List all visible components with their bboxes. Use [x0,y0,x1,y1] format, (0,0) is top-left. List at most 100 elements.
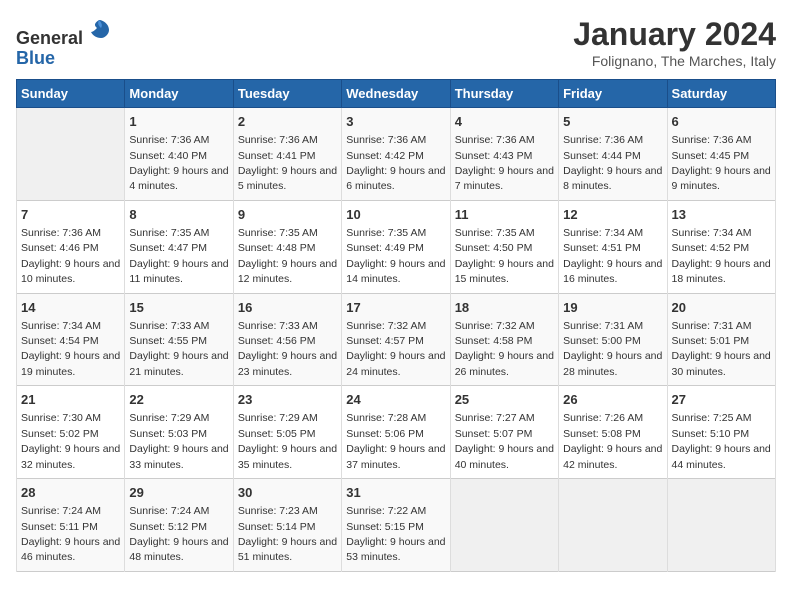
day-cell: 11 Sunrise: 7:35 AMSunset: 4:50 PMDayligh… [450,200,558,293]
logo-general-text: General [16,28,83,48]
sunrise-text: Sunrise: 7:36 AMSunset: 4:41 PMDaylight:… [238,134,337,192]
day-cell: 8 Sunrise: 7:35 AMSunset: 4:47 PMDaylight… [125,200,233,293]
sunrise-text: Sunrise: 7:33 AMSunset: 4:55 PMDaylight:… [129,320,228,378]
sunrise-text: Sunrise: 7:35 AMSunset: 4:48 PMDaylight:… [238,227,337,285]
month-title: January 2024 [573,16,776,53]
day-number: 10 [346,206,445,224]
week-row-1: 1 Sunrise: 7:36 AMSunset: 4:40 PMDaylight… [17,108,776,201]
day-cell: 13 Sunrise: 7:34 AMSunset: 4:52 PMDayligh… [667,200,775,293]
day-number: 21 [21,391,120,409]
day-number: 24 [346,391,445,409]
header-tuesday: Tuesday [233,80,341,108]
week-row-3: 14 Sunrise: 7:34 AMSunset: 4:54 PMDayligh… [17,293,776,386]
page-header: General Blue January 2024 Folignano, The… [16,16,776,69]
day-cell: 6Sunrise: 7:36 AMSunset: 4:45 PMDaylight… [667,108,775,201]
day-cell: 1 Sunrise: 7:36 AMSunset: 4:40 PMDaylight… [125,108,233,201]
day-cell: 30 Sunrise: 7:23 AMSunset: 5:14 PMDayligh… [233,479,341,572]
day-cell: 10 Sunrise: 7:35 AMSunset: 4:49 PMDayligh… [342,200,450,293]
day-cell: 31Sunrise: 7:22 AMSunset: 5:15 PMDayligh… [342,479,450,572]
day-number: 7 [21,206,120,224]
day-number: 19 [563,299,662,317]
logo: General Blue [16,16,113,69]
day-number: 9 [238,206,337,224]
day-cell: 18Sunrise: 7:32 AMSunset: 4:58 PMDayligh… [450,293,558,386]
day-number: 11 [455,206,554,224]
day-number: 4 [455,113,554,131]
header-monday: Monday [125,80,233,108]
sunrise-text: Sunrise: 7:34 AMSunset: 4:51 PMDaylight:… [563,227,662,285]
day-cell [450,479,558,572]
day-cell: 9 Sunrise: 7:35 AMSunset: 4:48 PMDaylight… [233,200,341,293]
sunrise-text: Sunrise: 7:36 AMSunset: 4:46 PMDaylight:… [21,227,120,285]
day-number: 1 [129,113,228,131]
day-cell [559,479,667,572]
sunrise-text: Sunrise: 7:30 AMSunset: 5:02 PMDaylight:… [21,412,120,470]
sunrise-text: Sunrise: 7:34 AMSunset: 4:52 PMDaylight:… [672,227,771,285]
day-cell: 17Sunrise: 7:32 AMSunset: 4:57 PMDayligh… [342,293,450,386]
sunrise-text: Sunrise: 7:35 AMSunset: 4:50 PMDaylight:… [455,227,554,285]
calendar-header-row: SundayMondayTuesdayWednesdayThursdayFrid… [17,80,776,108]
sunrise-text: Sunrise: 7:24 AMSunset: 5:11 PMDaylight:… [21,505,120,563]
day-number: 16 [238,299,337,317]
day-cell [17,108,125,201]
week-row-2: 7 Sunrise: 7:36 AMSunset: 4:46 PMDaylight… [17,200,776,293]
day-number: 6 [672,113,771,131]
day-cell: 19 Sunrise: 7:31 AMSunset: 5:00 PMDayligh… [559,293,667,386]
day-cell [667,479,775,572]
day-number: 30 [238,484,337,502]
sunrise-text: Sunrise: 7:36 AMSunset: 4:40 PMDaylight:… [129,134,228,192]
sunrise-text: Sunrise: 7:35 AMSunset: 4:47 PMDaylight:… [129,227,228,285]
day-cell: 15 Sunrise: 7:33 AMSunset: 4:55 PMDayligh… [125,293,233,386]
sunrise-text: Sunrise: 7:22 AMSunset: 5:15 PMDaylight:… [346,505,445,563]
day-cell: 20Sunrise: 7:31 AMSunset: 5:01 PMDayligh… [667,293,775,386]
day-number: 22 [129,391,228,409]
day-number: 3 [346,113,445,131]
sunrise-text: Sunrise: 7:33 AMSunset: 4:56 PMDaylight:… [238,320,337,378]
sunrise-text: Sunrise: 7:28 AMSunset: 5:06 PMDaylight:… [346,412,445,470]
day-number: 25 [455,391,554,409]
sunrise-text: Sunrise: 7:25 AMSunset: 5:10 PMDaylight:… [672,412,771,470]
header-saturday: Saturday [667,80,775,108]
day-cell: 24 Sunrise: 7:28 AMSunset: 5:06 PMDayligh… [342,386,450,479]
day-cell: 25 Sunrise: 7:27 AMSunset: 5:07 PMDayligh… [450,386,558,479]
header-thursday: Thursday [450,80,558,108]
day-number: 26 [563,391,662,409]
day-cell: 26 Sunrise: 7:26 AMSunset: 5:08 PMDayligh… [559,386,667,479]
day-number: 28 [21,484,120,502]
day-number: 23 [238,391,337,409]
day-number: 8 [129,206,228,224]
day-number: 13 [672,206,771,224]
sunrise-text: Sunrise: 7:34 AMSunset: 4:54 PMDaylight:… [21,320,120,378]
calendar-table: SundayMondayTuesdayWednesdayThursdayFrid… [16,79,776,572]
sunrise-text: Sunrise: 7:29 AMSunset: 5:05 PMDaylight:… [238,412,337,470]
day-cell: 2 Sunrise: 7:36 AMSunset: 4:41 PMDaylight… [233,108,341,201]
sunrise-text: Sunrise: 7:31 AMSunset: 5:01 PMDaylight:… [672,320,771,378]
day-number: 18 [455,299,554,317]
day-number: 12 [563,206,662,224]
day-cell: 4 Sunrise: 7:36 AMSunset: 4:43 PMDaylight… [450,108,558,201]
day-number: 2 [238,113,337,131]
day-number: 15 [129,299,228,317]
week-row-4: 21 Sunrise: 7:30 AMSunset: 5:02 PMDayligh… [17,386,776,479]
sunrise-text: Sunrise: 7:27 AMSunset: 5:07 PMDaylight:… [455,412,554,470]
title-block: January 2024 Folignano, The Marches, Ita… [573,16,776,69]
sunrise-text: Sunrise: 7:35 AMSunset: 4:49 PMDaylight:… [346,227,445,285]
day-number: 29 [129,484,228,502]
day-cell: 3Sunrise: 7:36 AMSunset: 4:42 PMDaylight… [342,108,450,201]
day-cell: 22Sunrise: 7:29 AMSunset: 5:03 PMDayligh… [125,386,233,479]
day-cell: 27Sunrise: 7:25 AMSunset: 5:10 PMDayligh… [667,386,775,479]
location-text: Folignano, The Marches, Italy [573,53,776,69]
day-number: 14 [21,299,120,317]
header-sunday: Sunday [17,80,125,108]
sunrise-text: Sunrise: 7:36 AMSunset: 4:44 PMDaylight:… [563,134,662,192]
sunrise-text: Sunrise: 7:31 AMSunset: 5:00 PMDaylight:… [563,320,662,378]
header-friday: Friday [559,80,667,108]
sunrise-text: Sunrise: 7:23 AMSunset: 5:14 PMDaylight:… [238,505,337,563]
logo-bird-icon [85,16,113,44]
sunrise-text: Sunrise: 7:36 AMSunset: 4:43 PMDaylight:… [455,134,554,192]
sunrise-text: Sunrise: 7:26 AMSunset: 5:08 PMDaylight:… [563,412,662,470]
day-cell: 29Sunrise: 7:24 AMSunset: 5:12 PMDayligh… [125,479,233,572]
logo-blue-text: Blue [16,48,55,68]
day-cell: 28 Sunrise: 7:24 AMSunset: 5:11 PMDayligh… [17,479,125,572]
day-cell: 14 Sunrise: 7:34 AMSunset: 4:54 PMDayligh… [17,293,125,386]
